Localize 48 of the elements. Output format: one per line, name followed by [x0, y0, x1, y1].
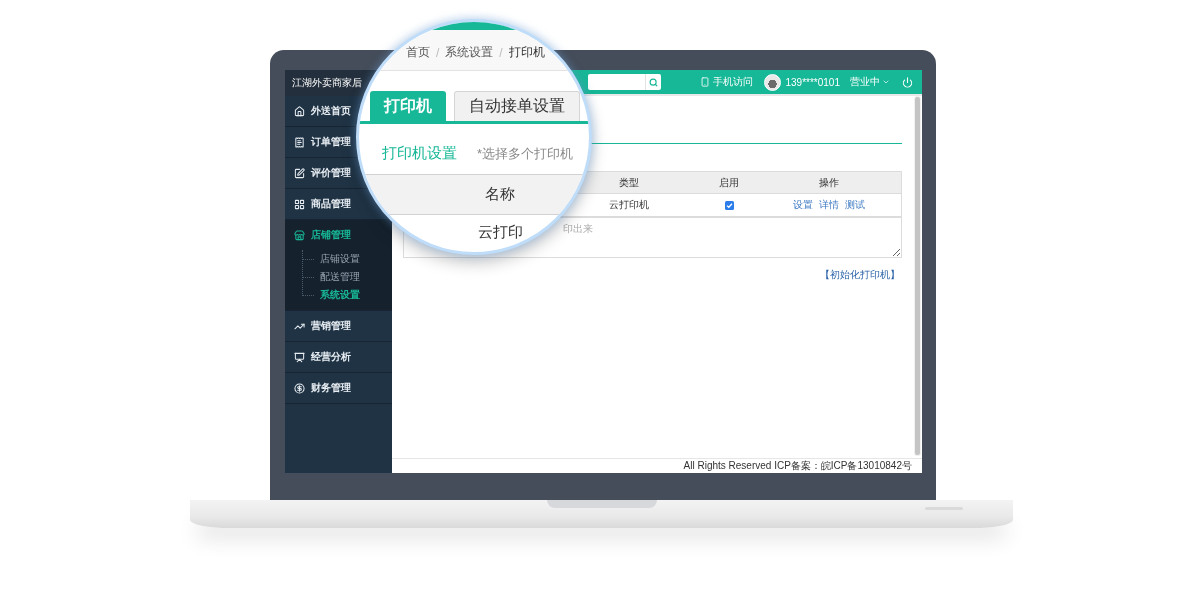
phone-icon	[699, 77, 710, 87]
home-icon	[294, 105, 305, 117]
submenu-item[interactable]: 配送管理	[285, 268, 392, 286]
search-button[interactable]	[645, 74, 661, 90]
breadcrumb-link[interactable]: 首页	[406, 44, 430, 61]
init-printer-link[interactable]: 【初始化打印机】	[820, 268, 900, 282]
tab[interactable]: 自动接单设置	[454, 91, 580, 121]
receipt-icon	[294, 136, 305, 148]
copyright-text: All Rights Reserved ICP备案：皖ICP备13010842号	[683, 459, 912, 473]
column-header: 类型	[619, 175, 639, 190]
table-cell: 云打印机	[609, 198, 649, 212]
dollar-coin-icon	[294, 382, 305, 394]
sidebar-item[interactable]: 经营分析	[285, 342, 353, 372]
checkbox[interactable]	[724, 200, 734, 210]
avatar	[763, 73, 781, 91]
action-link[interactable]: 设置	[793, 198, 813, 212]
breadcrumb-link[interactable]: 打印机	[508, 44, 545, 61]
account-name: 139****0101	[785, 76, 840, 88]
section-hint: *选择多个打印机	[477, 145, 574, 163]
power-icon	[902, 76, 913, 88]
search-icon	[649, 77, 658, 87]
submenu-item[interactable]: 系统设置	[285, 286, 392, 304]
sidebar-item[interactable]: 外送首页	[285, 96, 353, 126]
search-field[interactable]	[588, 74, 645, 90]
presentation-icon	[294, 351, 305, 363]
sidebar-item[interactable]: 营销管理	[285, 311, 353, 341]
sidebar-item[interactable]: 财务管理	[285, 373, 353, 403]
sidebar-item[interactable]: 评价管理	[285, 158, 353, 188]
table-cell: 云打印	[477, 222, 523, 242]
column-header: 操作	[819, 175, 839, 190]
action-link[interactable]: 测试	[845, 198, 865, 212]
logout-button[interactable]	[902, 76, 913, 88]
breadcrumb-link[interactable]: 系统设置	[445, 44, 494, 61]
edit-icon	[294, 167, 305, 179]
breadcrumb-separator: /	[499, 45, 503, 60]
column-header: 名称	[485, 185, 515, 204]
sidebar-item[interactable]: 商品管理	[285, 189, 353, 219]
grid-icon	[294, 198, 305, 210]
caret-icon	[882, 78, 890, 86]
breadcrumb-separator: /	[436, 45, 440, 60]
section-title: 打印机设置	[382, 144, 457, 163]
sidebar-item[interactable]: 店铺管理	[285, 220, 353, 250]
scrollbar[interactable]	[914, 96, 921, 456]
column-header: 启用	[719, 175, 739, 190]
submenu-item[interactable]: 店铺设置	[285, 250, 392, 268]
store-icon	[294, 229, 305, 241]
sidebar-item[interactable]: 订单管理	[285, 127, 353, 157]
action-link[interactable]: 详情	[819, 198, 839, 212]
